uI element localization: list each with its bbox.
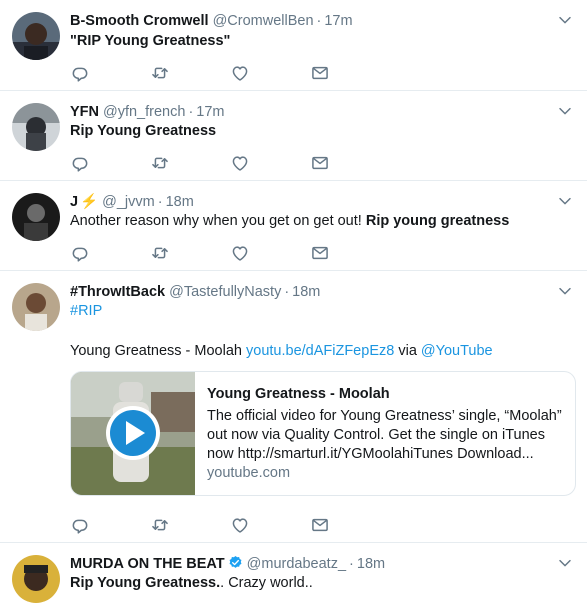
author-name[interactable]: B-Smooth Cromwell — [70, 13, 209, 29]
separator-dot: · — [157, 194, 163, 210]
avatar[interactable] — [12, 283, 60, 331]
hashtag-link[interactable]: #RIP — [70, 303, 102, 319]
retweet-icon[interactable] — [150, 153, 170, 173]
retweet-icon[interactable] — [150, 63, 170, 83]
like-icon[interactable] — [230, 63, 250, 83]
author-handle[interactable]: @murdabeatz_ — [247, 556, 346, 572]
timestamp[interactable]: 18m — [166, 194, 194, 210]
tweet-text: Young Greatness - Moolah youtu.be/dAFiZF… — [70, 343, 493, 359]
author-handle[interactable]: @yfn_french — [103, 104, 185, 120]
tweet-yfn[interactable]: YFN @yfn_french · 17m Rip Young Greatness — [0, 91, 587, 181]
card-description: The official video for Young Greatness’ … — [207, 408, 562, 462]
author-handle[interactable]: @CromwellBen — [213, 13, 314, 29]
chevron-down-icon[interactable] — [557, 103, 573, 119]
like-icon[interactable] — [230, 243, 250, 263]
url-link[interactable]: youtu.be/dAFiZFepEz8 — [246, 343, 394, 359]
avatar[interactable] — [12, 12, 60, 60]
dm-icon[interactable] — [310, 63, 330, 83]
avatar[interactable] — [12, 103, 60, 151]
like-icon[interactable] — [230, 515, 250, 535]
tweet-text: "RIP Young Greatness" — [70, 33, 231, 49]
chevron-down-icon[interactable] — [557, 555, 573, 571]
author-name[interactable]: J — [70, 194, 78, 210]
play-icon — [106, 406, 160, 460]
verified-icon — [229, 555, 242, 568]
author-emoji: ⚡ — [80, 194, 99, 210]
dm-icon[interactable] — [310, 515, 330, 535]
retweet-icon[interactable] — [150, 243, 170, 263]
tweet-jvvm[interactable]: J ⚡ @_jvvm · 18m Another reason why when you… — [0, 181, 587, 271]
video-thumbnail[interactable] — [71, 372, 195, 495]
reply-icon[interactable] — [70, 153, 90, 173]
like-icon[interactable] — [230, 153, 250, 173]
chevron-down-icon[interactable] — [557, 12, 573, 28]
author-name[interactable]: MURDA ON THE BEAT — [70, 556, 225, 572]
avatar[interactable] — [12, 193, 60, 241]
separator-dot: · — [349, 556, 354, 572]
author-handle[interactable]: @TastefullyNasty — [169, 284, 281, 300]
card-domain: youtube.com — [207, 465, 291, 481]
timestamp[interactable]: 17m — [196, 104, 224, 120]
chevron-down-icon[interactable] — [557, 283, 573, 299]
separator-dot: · — [188, 104, 194, 120]
tweet-text: Rip Young Greatness.. Crazy world.. — [70, 575, 313, 591]
tweet-cromwell[interactable]: B-Smooth Cromwell @CromwellBen · 17m "RIP Y… — [0, 0, 587, 91]
tweet-murda[interactable]: MURDA ON THE BEAT @murdabeatz_ · 18m Rip Yo… — [0, 543, 587, 603]
tweet-text: Another reason why when you get on get o… — [70, 213, 510, 229]
timestamp[interactable]: 17m — [324, 13, 352, 29]
retweet-icon[interactable] — [150, 515, 170, 535]
avatar[interactable] — [12, 555, 60, 603]
tweet-text: Rip Young Greatness — [70, 123, 217, 139]
card-title: Young Greatness - Moolah — [207, 386, 390, 402]
reply-icon[interactable] — [70, 515, 90, 535]
separator-dot: · — [316, 13, 322, 29]
separator-dot: · — [284, 284, 290, 300]
author-name[interactable]: #ThrowItBack — [70, 284, 165, 300]
tweet-throwitback[interactable]: #ThrowItBack @TastefullyNasty · 18m #RIP Yo… — [0, 271, 587, 543]
author-handle[interactable]: @_jvvm — [102, 194, 155, 210]
timestamp[interactable]: 18m — [292, 284, 320, 300]
mention-link[interactable]: @YouTube — [421, 343, 493, 359]
reply-icon[interactable] — [70, 63, 90, 83]
link-card[interactable]: Young Greatness - Moolah The official vi… — [70, 371, 576, 496]
reply-icon[interactable] — [70, 243, 90, 263]
hashtag-line: #RIP — [70, 301, 102, 321]
dm-icon[interactable] — [310, 243, 330, 263]
timestamp[interactable]: 18m — [357, 556, 385, 572]
author-name[interactable]: YFN — [70, 104, 99, 120]
chevron-down-icon[interactable] — [557, 193, 573, 209]
dm-icon[interactable] — [310, 153, 330, 173]
